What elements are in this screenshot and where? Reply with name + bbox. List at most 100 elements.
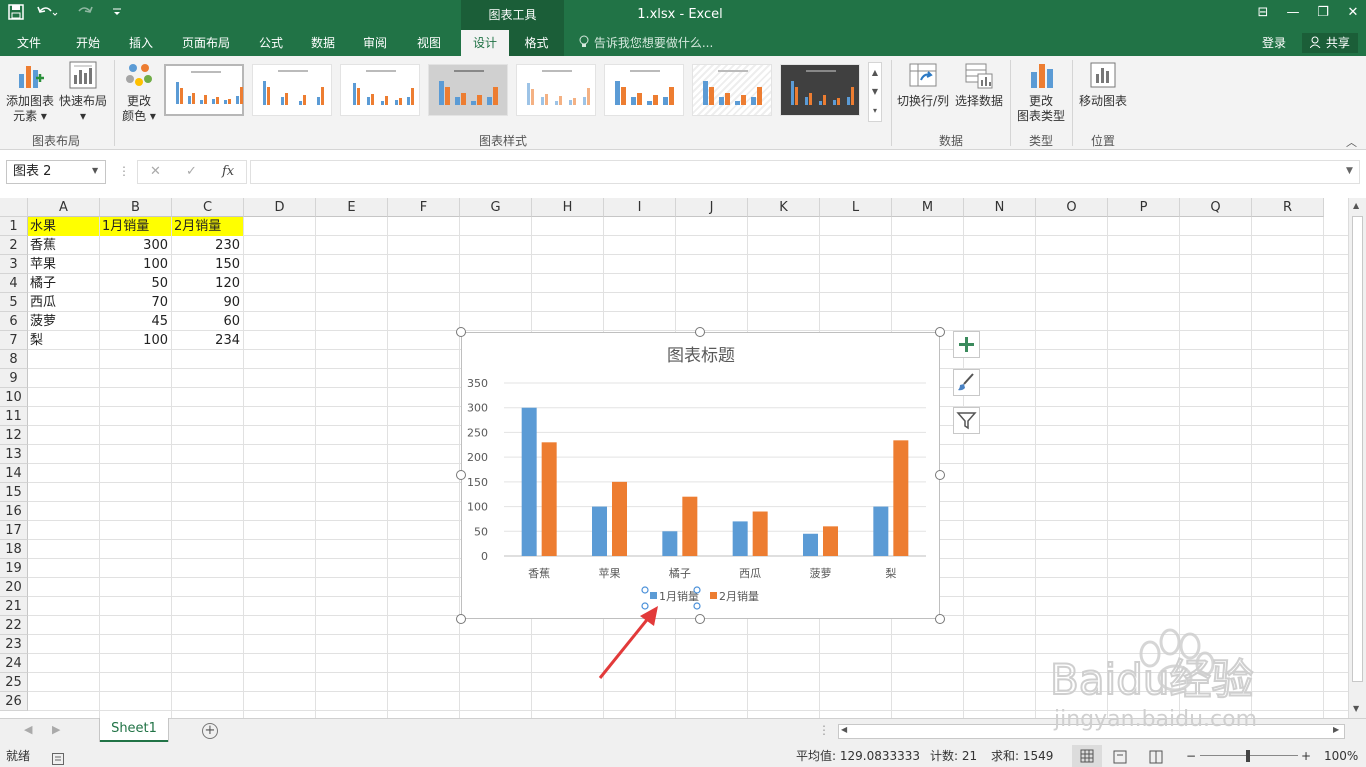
column-header-j[interactable]: J	[676, 198, 748, 217]
row-header-18[interactable]: 18	[0, 540, 28, 559]
gallery-more-icon[interactable]: ▾	[869, 101, 881, 120]
resize-handle-sw[interactable]	[456, 614, 466, 624]
cell-b5[interactable]: 70	[100, 293, 171, 312]
undo-icon[interactable]	[36, 4, 58, 24]
row-header-22[interactable]: 22	[0, 616, 28, 635]
macro-record-icon[interactable]	[52, 750, 64, 767]
scroll-left-icon[interactable]: ◀	[841, 725, 847, 734]
tab-home[interactable]: 开始	[64, 30, 112, 56]
row-header-11[interactable]: 11	[0, 407, 28, 426]
row-header-1[interactable]: 1	[0, 217, 28, 236]
bar-1-1[interactable]	[521, 407, 537, 556]
column-header-q[interactable]: Q	[1180, 198, 1252, 217]
row-header-21[interactable]: 21	[0, 597, 28, 616]
save-icon[interactable]	[8, 4, 24, 24]
tab-design[interactable]: 设计	[461, 30, 509, 56]
page-layout-view-icon[interactable]	[1112, 749, 1128, 767]
row-header-3[interactable]: 3	[0, 255, 28, 274]
row-header-16[interactable]: 16	[0, 502, 28, 521]
chart-style-3[interactable]	[340, 64, 420, 116]
resize-handle-s[interactable]	[695, 614, 705, 624]
row-header-7[interactable]: 7	[0, 331, 28, 350]
chart-style-5[interactable]	[516, 64, 596, 116]
scroll-up-icon[interactable]: ▲	[1353, 201, 1359, 210]
insert-function-icon[interactable]: fx	[222, 164, 234, 179]
bar-2-5[interactable]	[823, 526, 838, 556]
redo-icon[interactable]	[76, 4, 98, 24]
row-header-20[interactable]: 20	[0, 578, 28, 597]
cell-a5[interactable]: 西瓜	[28, 293, 99, 312]
column-header-g[interactable]: G	[460, 198, 532, 217]
enter-icon[interactable]: ✓	[186, 164, 197, 179]
legend-entry-selection-handle[interactable]	[641, 586, 649, 594]
tab-splitter[interactable]: ⋮	[818, 723, 830, 737]
row-header-25[interactable]: 25	[0, 673, 28, 692]
select-data-button[interactable]: 选择数据	[953, 60, 1005, 109]
name-box-dropdown-icon[interactable]: ▼	[92, 166, 98, 175]
add-chart-element-button[interactable]: 添加图表 元素 ▾	[4, 60, 56, 124]
restore-button[interactable]: ❐	[1308, 0, 1338, 26]
cell-b7[interactable]: 100	[100, 331, 171, 350]
row-header-8[interactable]: 8	[0, 350, 28, 369]
formula-bar-splitter[interactable]: ⋮	[118, 164, 130, 178]
ribbon-display-options-icon[interactable]: ⊟	[1248, 0, 1278, 26]
name-box[interactable]: 图表 2	[6, 160, 106, 184]
bar-2-6[interactable]	[893, 440, 909, 556]
row-header-4[interactable]: 4	[0, 274, 28, 293]
tab-review[interactable]: 审阅	[352, 30, 398, 56]
sheet-tab-sheet1[interactable]: Sheet1	[100, 718, 168, 742]
move-chart-button[interactable]: 移动图表	[1076, 60, 1130, 109]
tab-file[interactable]: 文件	[6, 30, 52, 56]
vertical-scroll-thumb[interactable]	[1352, 216, 1363, 682]
cell-c1[interactable]: 2月销量	[172, 217, 243, 236]
scroll-right-icon[interactable]: ▶	[1333, 725, 1339, 734]
row-header-19[interactable]: 19	[0, 559, 28, 578]
chart-styles-button[interactable]	[953, 369, 980, 396]
cell-a7[interactable]: 梨	[28, 331, 99, 350]
legend-swatch[interactable]	[710, 592, 717, 599]
column-header-l[interactable]: L	[820, 198, 892, 217]
bar-2-4[interactable]	[752, 511, 768, 556]
zoom-out-button[interactable]: −	[1186, 745, 1196, 767]
customize-qat-icon[interactable]	[112, 4, 122, 23]
sign-in-link[interactable]: 登录	[1262, 30, 1286, 56]
horizontal-scrollbar[interactable]: ◀ ▶	[838, 724, 1345, 739]
row-header-24[interactable]: 24	[0, 654, 28, 673]
chart-style-4[interactable]	[428, 64, 508, 116]
bar-2-3[interactable]	[682, 496, 698, 556]
row-header-10[interactable]: 10	[0, 388, 28, 407]
row-header-12[interactable]: 12	[0, 426, 28, 445]
column-header-o[interactable]: O	[1036, 198, 1108, 217]
cell-a1[interactable]: 水果	[28, 217, 99, 236]
share-button[interactable]: 共享	[1302, 33, 1358, 53]
row-header-9[interactable]: 9	[0, 369, 28, 388]
add-sheet-button[interactable]: +	[202, 723, 218, 739]
chart-filters-button[interactable]	[953, 407, 980, 434]
resize-handle-e[interactable]	[935, 470, 945, 480]
cell-a2[interactable]: 香蕉	[28, 236, 99, 255]
column-header-r[interactable]: R	[1252, 198, 1324, 217]
tab-data[interactable]: 数据	[300, 30, 346, 56]
column-header-h[interactable]: H	[532, 198, 604, 217]
resize-handle-n[interactable]	[695, 327, 705, 337]
change-chart-type-button[interactable]: 更改 图表类型	[1014, 60, 1068, 124]
row-header-5[interactable]: 5	[0, 293, 28, 312]
zoom-slider-thumb[interactable]	[1246, 750, 1250, 762]
zoom-level[interactable]: 100%	[1324, 745, 1358, 767]
chart-styles-gallery[interactable]	[162, 62, 868, 124]
expand-formula-bar-icon[interactable]: ▼	[1346, 166, 1353, 176]
column-header-f[interactable]: F	[388, 198, 460, 217]
cell-b2[interactable]: 300	[100, 236, 171, 255]
collapse-ribbon-icon[interactable]: ︿	[1346, 134, 1357, 150]
column-header-k[interactable]: K	[748, 198, 820, 217]
row-header-17[interactable]: 17	[0, 521, 28, 540]
cell-b1[interactable]: 1月销量	[100, 217, 171, 236]
gallery-up-icon[interactable]: ▲	[869, 63, 881, 82]
quick-layout-button[interactable]: 快速布局 ▾	[58, 60, 108, 124]
zoom-in-button[interactable]: +	[1301, 745, 1311, 767]
cell-a6[interactable]: 菠萝	[28, 312, 99, 331]
normal-view-button[interactable]	[1072, 745, 1102, 767]
column-header-d[interactable]: D	[244, 198, 316, 217]
legend-entry-selection-handle[interactable]	[693, 586, 701, 594]
cancel-icon[interactable]: ✕	[150, 164, 161, 179]
